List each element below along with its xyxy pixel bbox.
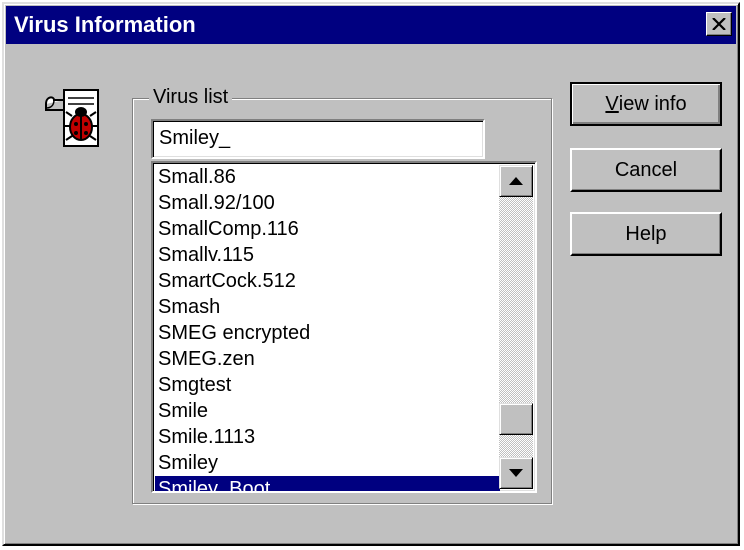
close-x-icon — [712, 18, 726, 30]
list-item[interactable]: Smash — [155, 294, 500, 320]
view-info-button[interactable]: View info — [570, 82, 722, 126]
window-title: Virus Information — [14, 12, 196, 37]
scroll-up-button[interactable] — [499, 165, 533, 197]
scroll-thumb[interactable] — [499, 403, 533, 435]
virus-list-group: Virus list Smiley_ Small.86 Small.92/100 S… — [132, 85, 552, 504]
cancel-button[interactable]: Cancel — [570, 148, 722, 192]
scroll-down-button[interactable] — [499, 457, 533, 489]
list-item-selected[interactable]: Smiley_Boot — [155, 476, 500, 491]
list-item[interactable]: Smile.1113 — [155, 424, 500, 450]
help-button[interactable]: Help — [570, 212, 722, 256]
view-info-label: iew info — [618, 92, 687, 115]
list-item[interactable]: Smgtest — [155, 372, 500, 398]
title-bar[interactable]: Virus Information — [6, 6, 736, 44]
list-item[interactable]: Smiley — [155, 450, 500, 476]
virus-list-items[interactable]: Small.86 Small.92/100 SmallComp.116 Smallv.… — [155, 164, 500, 491]
arrow-up-icon — [509, 177, 523, 185]
list-item[interactable]: Small.86 — [155, 164, 500, 190]
list-item[interactable]: Small.92/100 — [155, 190, 500, 216]
virus-listbox[interactable]: Small.86 Small.92/100 SmallComp.116 Smallv.… — [151, 161, 537, 493]
vertical-scrollbar[interactable] — [499, 165, 533, 489]
close-button[interactable] — [706, 12, 732, 36]
arrow-down-icon — [509, 469, 523, 477]
list-item[interactable]: SMEG.zen — [155, 346, 500, 372]
view-info-mnemonic: V — [605, 92, 619, 115]
cancel-label: Cancel — [614, 158, 678, 181]
list-item[interactable]: SMEG encrypted — [155, 320, 500, 346]
virus-name-input[interactable]: Smiley_ — [151, 119, 485, 159]
list-item[interactable]: SmallComp.116 — [155, 216, 500, 242]
virus-document-icon — [42, 86, 114, 152]
virus-information-dialog: Virus Information Virus list Smiley_ Sma… — [2, 2, 740, 546]
list-item[interactable]: SmartCock.512 — [155, 268, 500, 294]
virus-list-label: Virus list — [149, 85, 233, 109]
list-item[interactable]: Smile — [155, 398, 500, 424]
list-item[interactable]: Smallv.115 — [155, 242, 500, 268]
help-label: Help — [625, 222, 667, 245]
